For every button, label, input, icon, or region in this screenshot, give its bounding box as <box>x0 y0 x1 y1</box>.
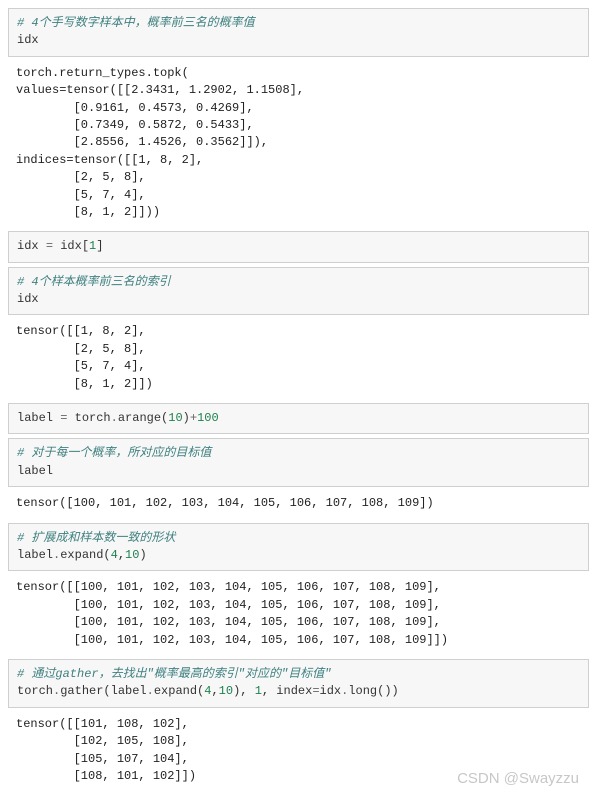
code-output-cell: tensor([[101, 108, 102], [102, 105, 108]… <box>8 712 589 796</box>
code-output-cell: torch.return_types.topk( values=tensor([… <box>8 61 589 232</box>
code-input-cell: # 扩展成和样本数一致的形状 label.expand(4,10) <box>8 523 589 572</box>
code-input-cell: # 4个手写数字样本中，概率前三名的概率值 idx <box>8 8 589 57</box>
code-input-cell: idx = idx[1] <box>8 231 589 262</box>
code-input-cell: # 4个样本概率前三名的索引 idx <box>8 267 589 316</box>
code-output-cell: tensor([100, 101, 102, 103, 104, 105, 10… <box>8 491 589 522</box>
code-input-cell: # 通过gather，去找出"概率最高的索引"对应的"目标值" torch.ga… <box>8 659 589 708</box>
code-input-cell: label = torch.arange(10)+100 <box>8 403 589 434</box>
code-output-cell: tensor([[100, 101, 102, 103, 104, 105, 1… <box>8 575 589 659</box>
code-output-cell: tensor([[1, 8, 2], [2, 5, 8], [5, 7, 4],… <box>8 319 589 403</box>
notebook-content: # 4个手写数字样本中，概率前三名的概率值 idxtorch.return_ty… <box>8 8 589 795</box>
code-input-cell: # 对于每一个概率，所对应的目标值 label <box>8 438 589 487</box>
